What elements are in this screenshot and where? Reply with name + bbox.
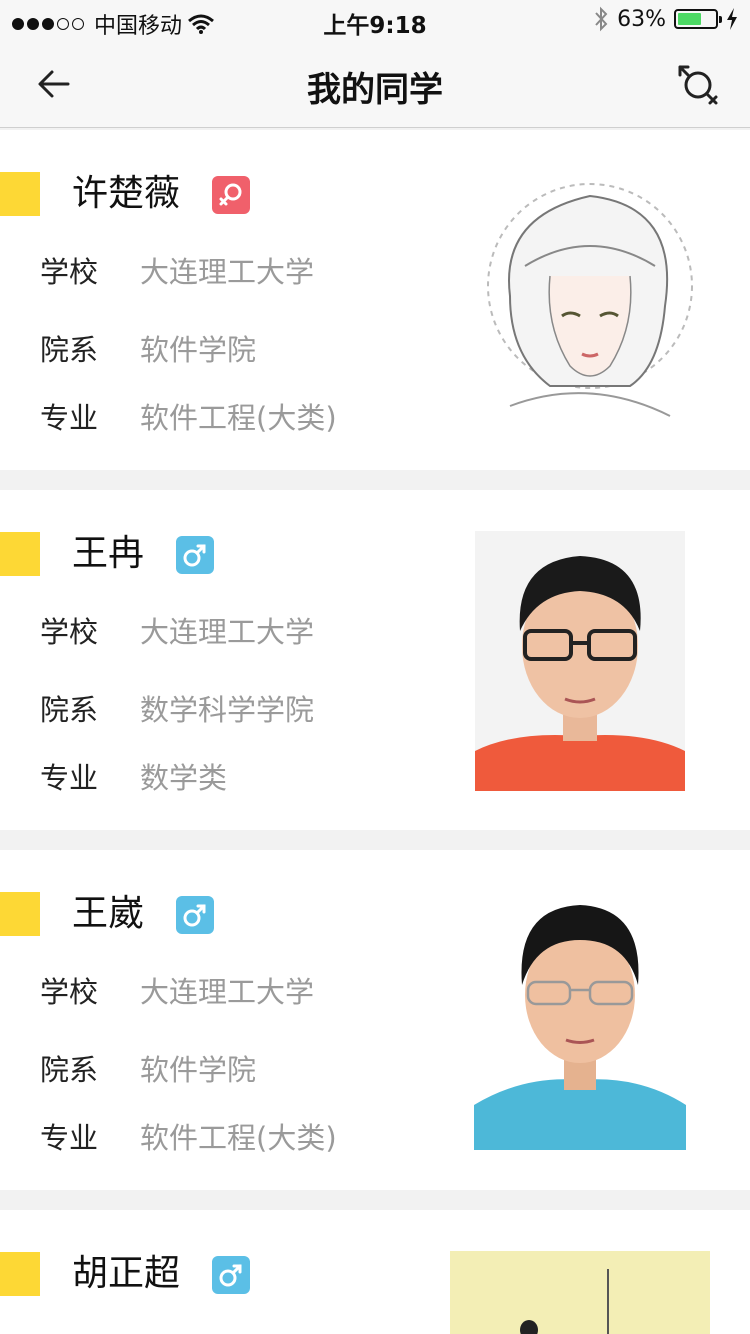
classmate-name: 胡正超 [72,1253,181,1294]
department-value: 软件学院 [140,333,257,367]
bluetooth-icon [595,6,608,32]
nav-bar: 我的同学 [0,40,750,128]
male-icon [176,896,214,934]
department-label: 院系 [40,693,99,727]
major-label: 专业 [40,761,99,795]
classmate-name: 王冉 [72,533,145,574]
school-row: 学校 大连理工大学 [40,252,314,292]
major-value: 数学类 [140,761,228,795]
gender-switch-icon[interactable] [674,60,722,108]
card-marker [0,532,40,576]
avatar[interactable] [450,1251,710,1334]
school-row: 学校 大连理工大学 [40,972,314,1012]
school-value: 大连理工大学 [140,975,315,1009]
department-row: 院系 软件学院 [40,330,256,370]
school-row: 学校 大连理工大学 [40,612,314,652]
school-label: 学校 [40,255,99,289]
charging-icon [727,8,737,30]
major-value: 软件工程(大类) [140,401,337,435]
major-row: 专业 软件工程(大类) [40,398,337,438]
department-value: 软件学院 [140,1053,257,1087]
department-label: 院系 [40,333,99,367]
avatar[interactable] [450,176,710,422]
avatar[interactable] [474,890,686,1150]
classmate-card[interactable]: 王冉 学校 大连理工大学 院系 数学科学学院 专业 数学类 [0,490,750,830]
major-value: 软件工程(大类) [140,1121,337,1155]
classmate-card[interactable]: 许楚薇 学校 大连理工大学 院系 软件学院 专业 软件工程(大类) [0,130,750,470]
department-row: 院系 软件学院 [40,1050,256,1090]
classmate-name: 王崴 [72,893,145,934]
major-row: 专业 软件工程(大类) [40,1118,337,1158]
battery-icon [674,9,722,29]
classmate-name: 许楚薇 [72,173,181,214]
status-bar: 中国移动 上午9:18 63% [0,0,750,40]
avatar[interactable] [475,531,685,791]
battery-percent: 63% [617,6,666,32]
department-label: 院系 [40,1053,99,1087]
card-marker [0,892,40,936]
department-row: 院系 数学科学学院 [40,690,314,730]
school-value: 大连理工大学 [140,255,315,289]
male-icon [212,1256,250,1294]
male-icon [176,536,214,574]
classmate-card[interactable]: 胡正超 [0,1210,750,1334]
status-right: 63% [593,6,738,32]
school-value: 大连理工大学 [140,615,315,649]
school-label: 学校 [40,975,99,1009]
major-row: 专业 数学类 [40,758,227,798]
school-label: 学校 [40,615,99,649]
card-marker [0,172,40,216]
card-marker [0,1252,40,1296]
department-value: 数学科学学院 [140,693,315,727]
major-label: 专业 [40,401,99,435]
female-icon [212,176,250,214]
page-title: 我的同学 [307,70,443,110]
classmate-card[interactable]: 王崴 学校 大连理工大学 院系 软件学院 专业 软件工程(大类) [0,850,750,1190]
major-label: 专业 [40,1121,99,1155]
